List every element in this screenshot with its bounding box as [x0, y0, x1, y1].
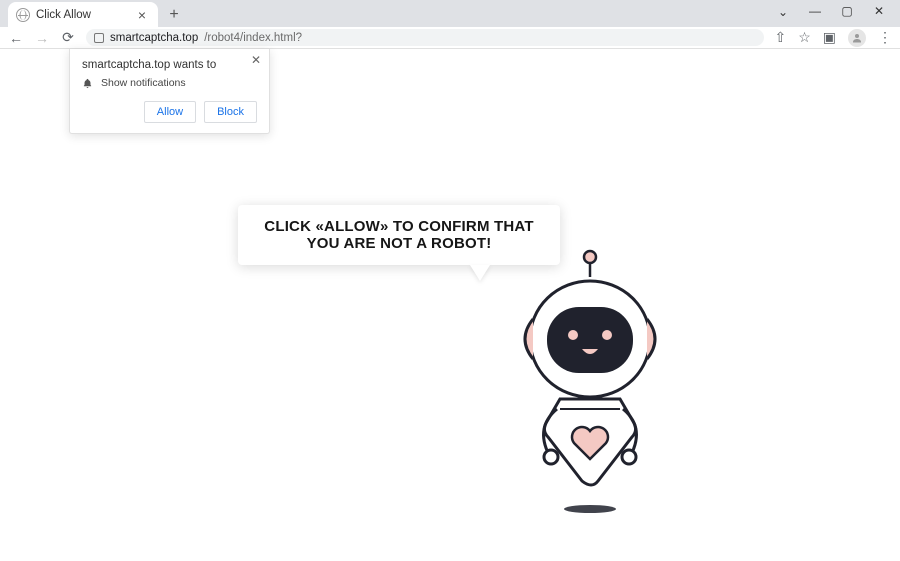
share-icon[interactable]: ⇧ — [774, 29, 786, 46]
window-minimize-button[interactable]: — — [808, 4, 822, 18]
url-host: smartcaptcha.top — [110, 32, 198, 44]
forward-button[interactable]: → — [34, 30, 50, 46]
notification-permission-prompt: ✕ smartcaptcha.top wants to Show notific… — [69, 49, 270, 134]
lock-icon — [94, 33, 104, 43]
globe-icon — [16, 8, 30, 22]
window-maximize-button[interactable]: ▢ — [840, 4, 854, 18]
back-button[interactable]: ← — [8, 30, 24, 46]
toolbar-right: ⇧ ☆ ▣ ⋮ — [774, 29, 892, 47]
browser-titlebar: Click Allow × + ⌄ — ▢ ✕ — [0, 0, 900, 27]
tabs-dropdown-icon[interactable]: ⌄ — [776, 5, 790, 19]
prompt-capability-text: Show notifications — [101, 77, 186, 89]
url-path: /robot4/index.html? — [204, 32, 302, 44]
prompt-close-icon[interactable]: ✕ — [251, 53, 261, 67]
reload-button[interactable]: ⟳ — [60, 30, 76, 46]
prompt-capability-row: Show notifications — [82, 77, 257, 89]
extensions-icon[interactable]: ▣ — [823, 29, 836, 46]
profile-avatar-icon[interactable] — [848, 29, 866, 47]
address-bar[interactable]: smartcaptcha.top/robot4/index.html? — [86, 29, 764, 46]
window-close-button[interactable]: ✕ — [872, 4, 886, 18]
captcha-instruction-text: CLICK «ALLOW» TO CONFIRM THAT YOU ARE NO… — [264, 218, 533, 252]
tab-title: Click Allow — [36, 9, 136, 21]
bookmark-star-icon[interactable]: ☆ — [798, 29, 811, 46]
page-viewport: ✕ smartcaptcha.top wants to Show notific… — [0, 49, 900, 561]
allow-button[interactable]: Allow — [144, 101, 196, 123]
new-tab-button[interactable]: + — [162, 3, 186, 27]
window-controls: ⌄ — ▢ ✕ — [776, 0, 900, 18]
bell-icon — [82, 78, 93, 89]
block-button[interactable]: Block — [204, 101, 257, 123]
browser-menu-icon[interactable]: ⋮ — [878, 29, 892, 46]
tab-close-icon[interactable]: × — [136, 7, 148, 23]
robot-illustration — [515, 249, 665, 519]
captcha-speech-bubble: CLICK «ALLOW» TO CONFIRM THAT YOU ARE NO… — [238, 205, 560, 265]
browser-toolbar: ← → ⟳ smartcaptcha.top/robot4/index.html… — [0, 27, 900, 49]
browser-tab[interactable]: Click Allow × — [8, 2, 158, 27]
prompt-origin-text: smartcaptcha.top wants to — [82, 59, 257, 71]
